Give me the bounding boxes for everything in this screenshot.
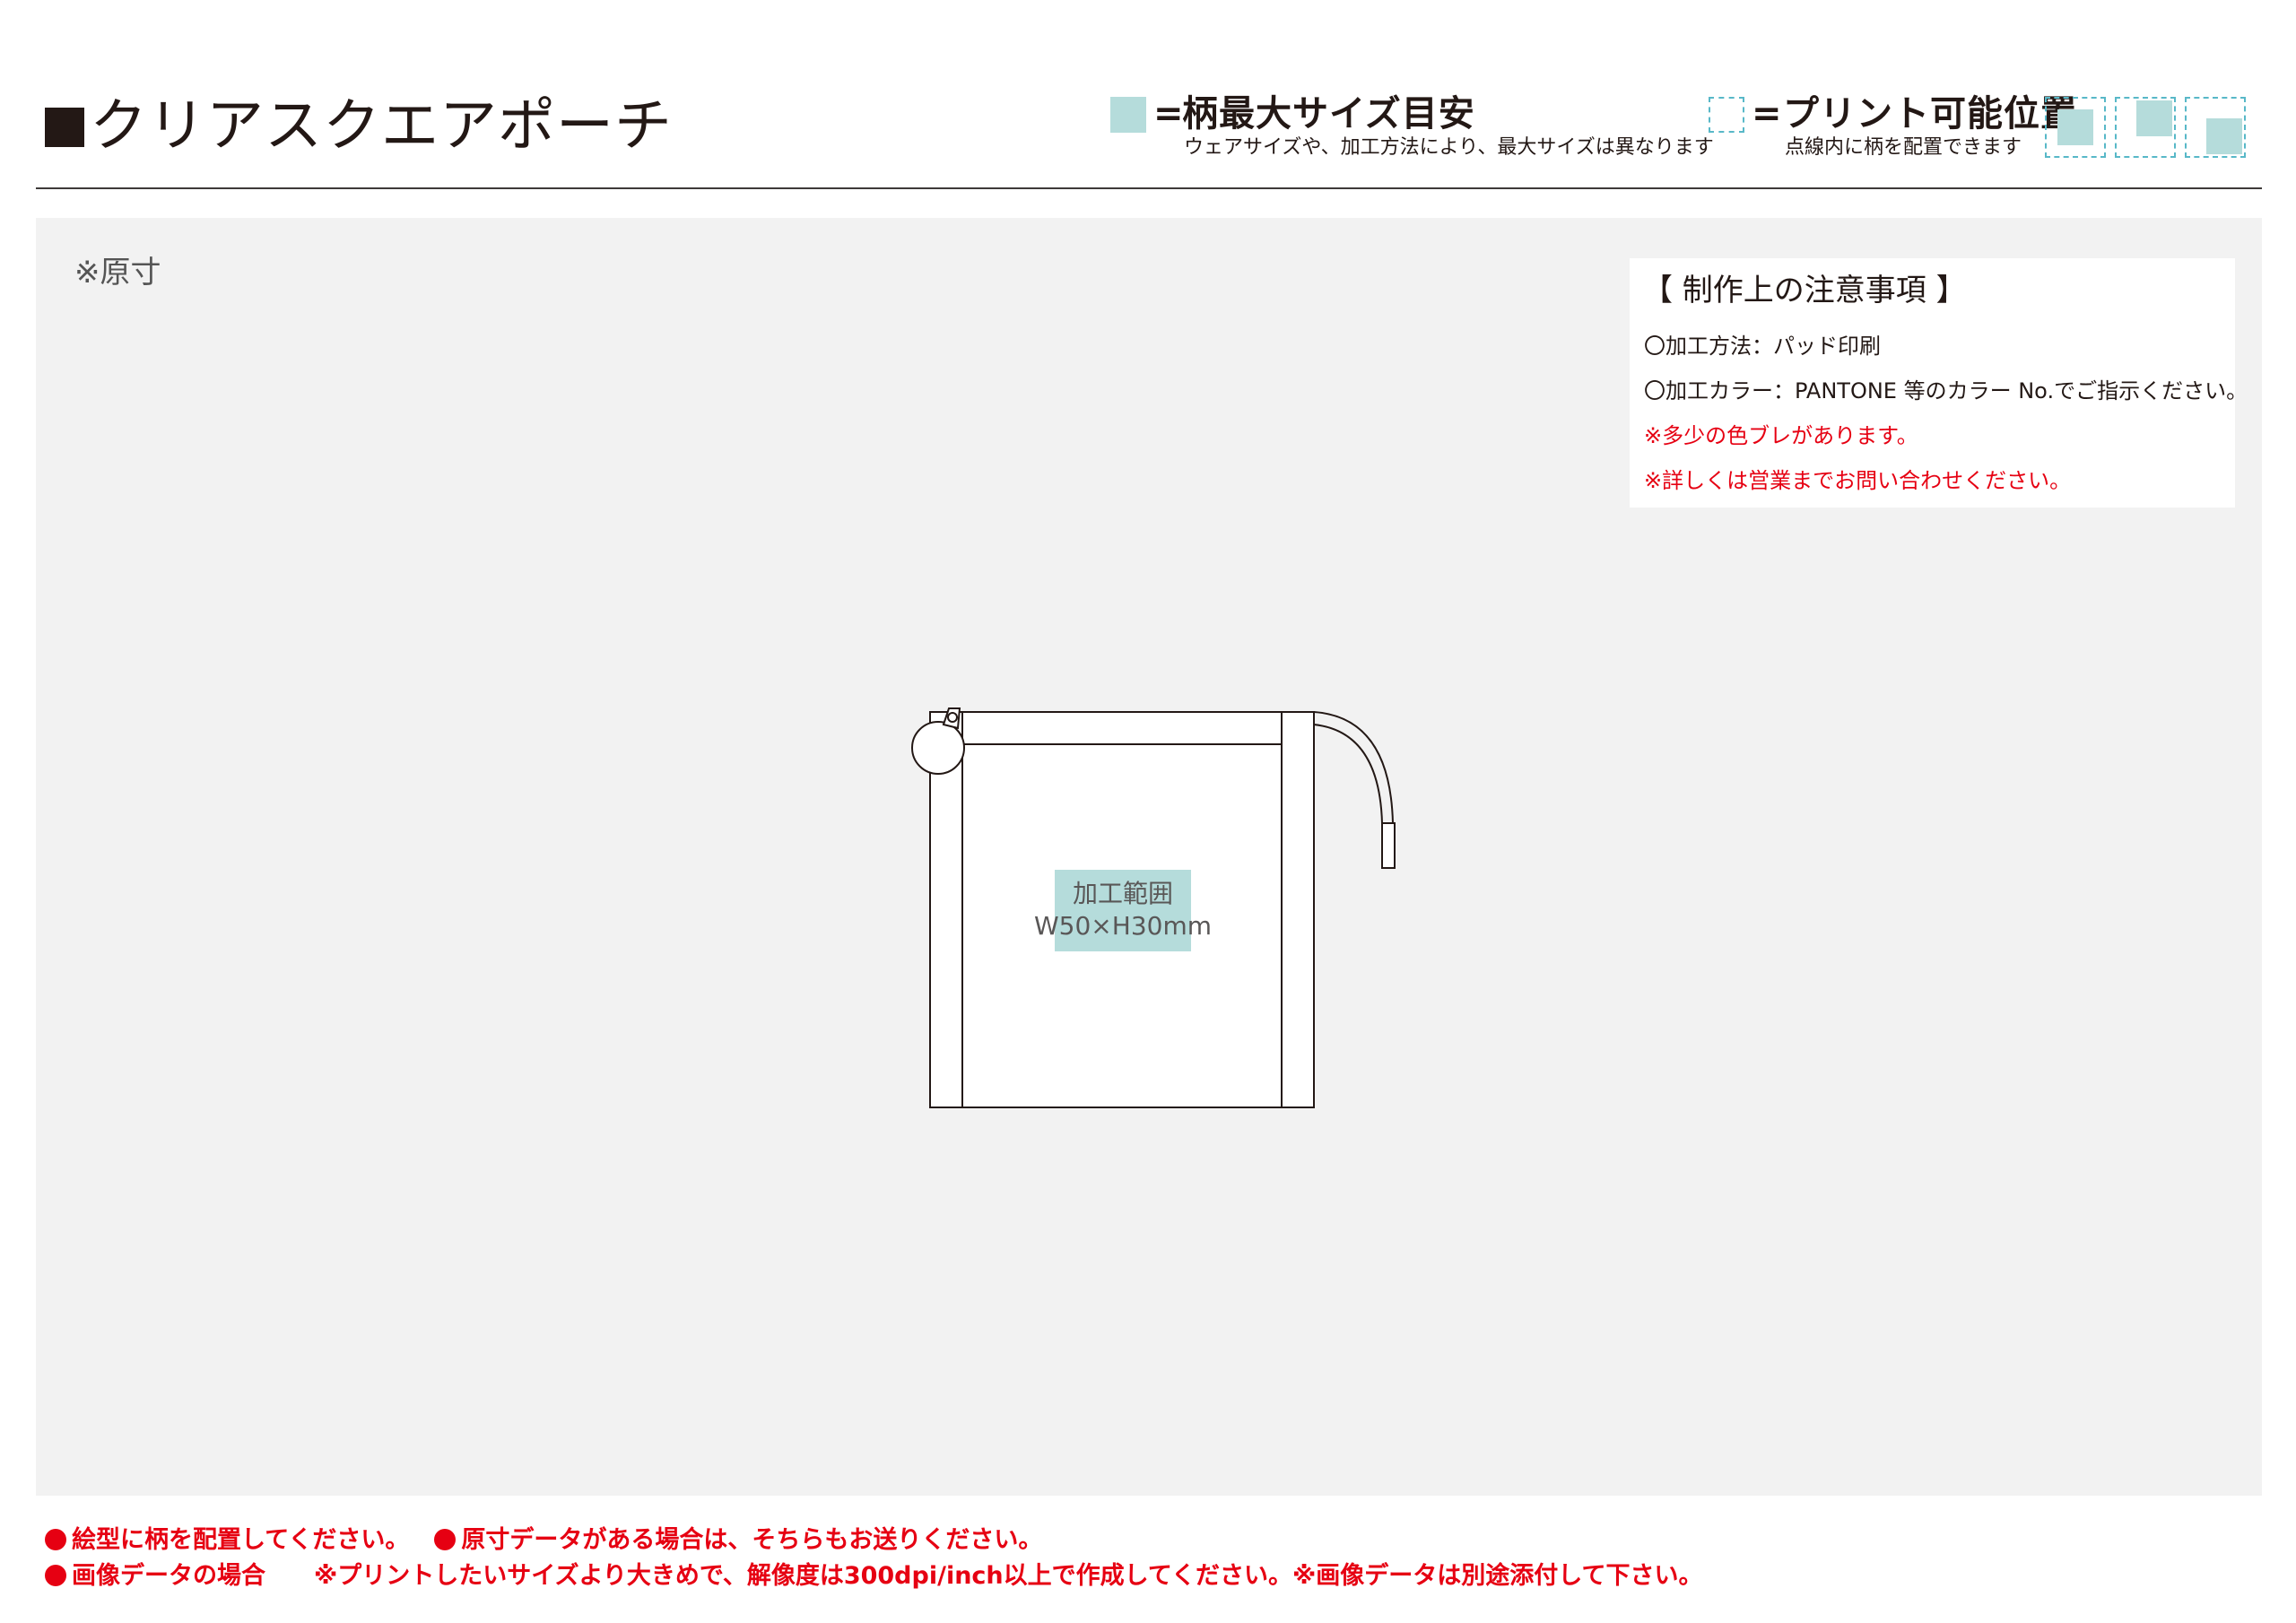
actual-size-note: ※原寸	[74, 255, 161, 291]
notes-line-method: 〇加工方法：パッド印刷	[1644, 334, 1881, 359]
position-example-center-icon	[2045, 97, 2106, 158]
print-area-label: 加工範囲	[1072, 879, 1173, 908]
print-position-swatch-icon	[1709, 97, 1744, 133]
red-dot-icon	[434, 1529, 457, 1550]
red-dot-icon	[45, 1529, 66, 1550]
legend-print-equals: =	[1752, 93, 1782, 135]
production-notes-panel: 【 制作上の注意事項 】 〇加工方法：パッド印刷 〇加工カラー：PANTONE …	[1630, 258, 2248, 508]
legend-print-title: プリント可能位置	[1783, 93, 2077, 135]
footer-instruction-original: 原寸データがある場合は、そちらもお送りください。	[461, 1526, 1043, 1554]
max-size-swatch-icon	[1110, 97, 1146, 133]
notes-line-contact: ※詳しくは営業までお問い合わせください。	[1644, 468, 2072, 493]
position-example-top-right-icon	[2115, 97, 2176, 158]
footer-image-data-label: 画像データの場合	[72, 1562, 265, 1590]
page-title: クリアスクエアポーチ	[45, 86, 673, 167]
product-name: クリアスクエアポーチ	[90, 93, 673, 160]
header-divider	[36, 187, 2262, 189]
footer-image-data-instruction: ※プリントしたいサイズより大きめで、解像度は300dpi/inch以上で作成して…	[314, 1562, 1703, 1590]
square-bullet-icon	[45, 108, 84, 147]
notes-line-color-variance: ※多少の色ブレがあります。	[1644, 423, 1918, 448]
print-area-size: W50×H30mm	[1033, 911, 1212, 941]
footer-instruction-place: 絵型に柄を配置してください。	[72, 1526, 410, 1554]
position-example-bottom-right-icon	[2185, 97, 2246, 158]
red-dot-icon	[45, 1565, 66, 1586]
legend-print-note: 点線内に柄を配置できます	[1785, 136, 2022, 159]
legend-max-equals: =	[1153, 93, 1184, 135]
legend-max-title: 柄最大サイズ目安	[1182, 93, 1475, 135]
footer-line-2: 画像データの場合 ※プリントしたいサイズより大きめで、解像度は300dpi/inc…	[45, 1560, 1702, 1593]
notes-heading: 【 制作上の注意事項 】	[1642, 273, 1967, 308]
notes-line-color: 〇加工カラー：PANTONE 等のカラー No.でご指示ください。	[1644, 378, 2248, 404]
legend-max-note: ウェアサイズや、加工方法により、最大サイズは異なります	[1184, 136, 1714, 159]
footer-line-1: 絵型に柄を配置してください。 原寸データがある場合は、そちらもお送りください。	[45, 1524, 1042, 1557]
